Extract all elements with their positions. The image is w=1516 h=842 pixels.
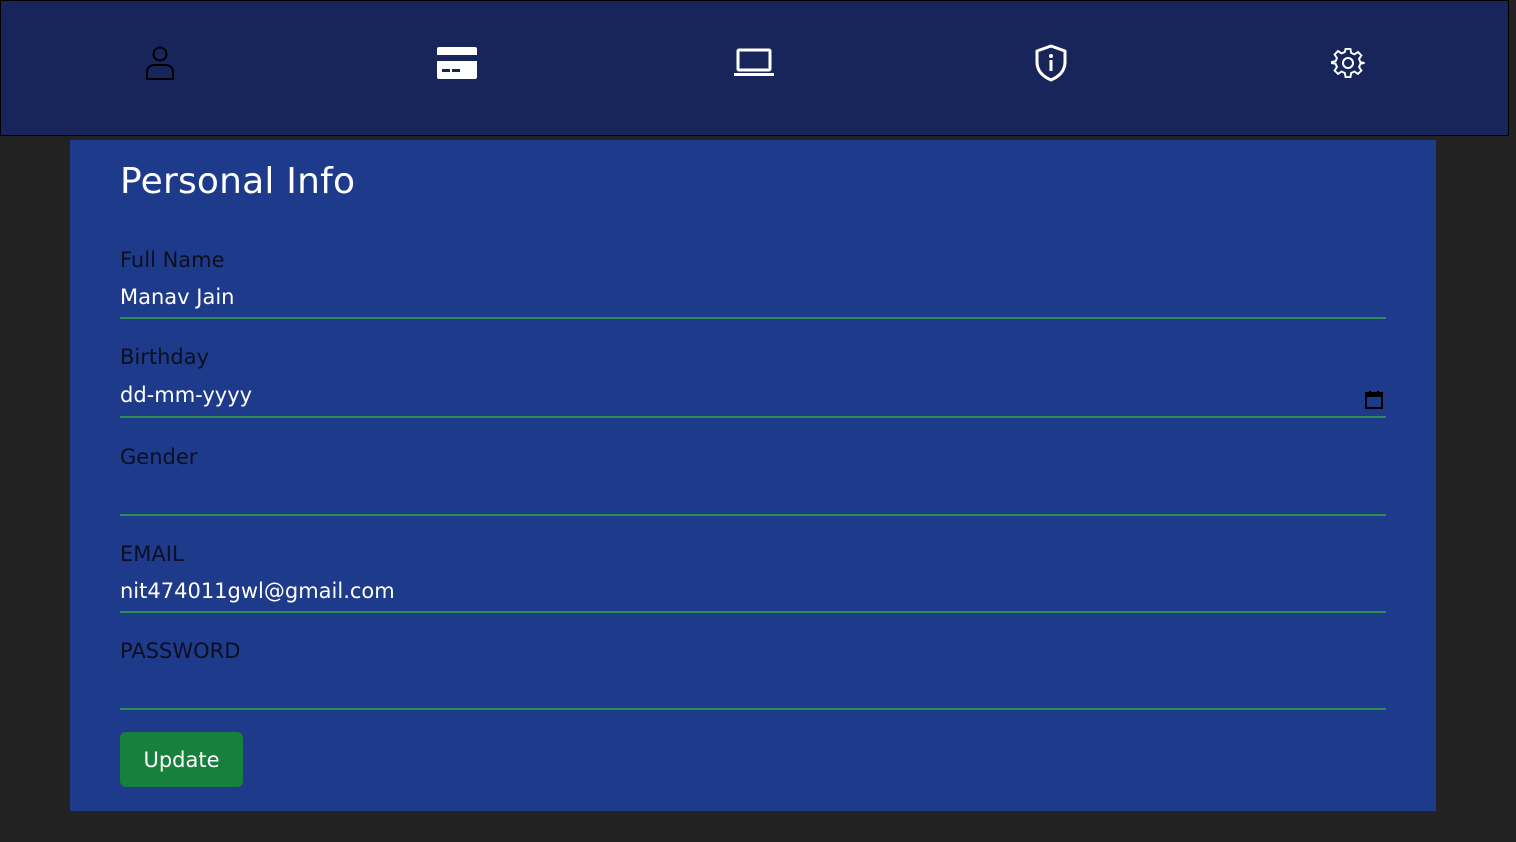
nav-settings[interactable] <box>1326 41 1370 85</box>
password-label: PASSWORD <box>120 639 241 663</box>
user-icon <box>146 46 174 80</box>
shield-info-icon <box>1035 44 1067 82</box>
calendar-icon[interactable] <box>1364 390 1384 410</box>
birthday-label: Birthday <box>120 345 210 369</box>
nav-devices[interactable] <box>732 41 776 85</box>
full-name-input[interactable] <box>120 283 1386 319</box>
credit-card-icon <box>437 47 477 79</box>
password-input[interactable] <box>120 674 1386 710</box>
gender-label: Gender <box>120 445 198 469</box>
update-button[interactable]: Update <box>120 732 243 787</box>
top-navigation-bar <box>0 0 1509 136</box>
nav-profile[interactable] <box>138 41 182 85</box>
email-label: EMAIL <box>120 542 184 566</box>
personal-info-panel: Personal Info Full Name Birthday dd-mm-y… <box>70 140 1436 811</box>
gear-icon <box>1331 47 1365 79</box>
full-name-label: Full Name <box>120 248 225 272</box>
nav-security[interactable] <box>1029 41 1073 85</box>
laptop-icon <box>734 48 774 76</box>
gender-input[interactable] <box>120 480 1386 516</box>
birthday-value: dd-mm-yyyy <box>120 383 253 407</box>
birthday-input[interactable]: dd-mm-yyyy <box>120 382 1386 418</box>
email-input[interactable] <box>120 577 1386 613</box>
page-title: Personal Info <box>120 161 356 202</box>
nav-billing[interactable] <box>435 41 479 85</box>
